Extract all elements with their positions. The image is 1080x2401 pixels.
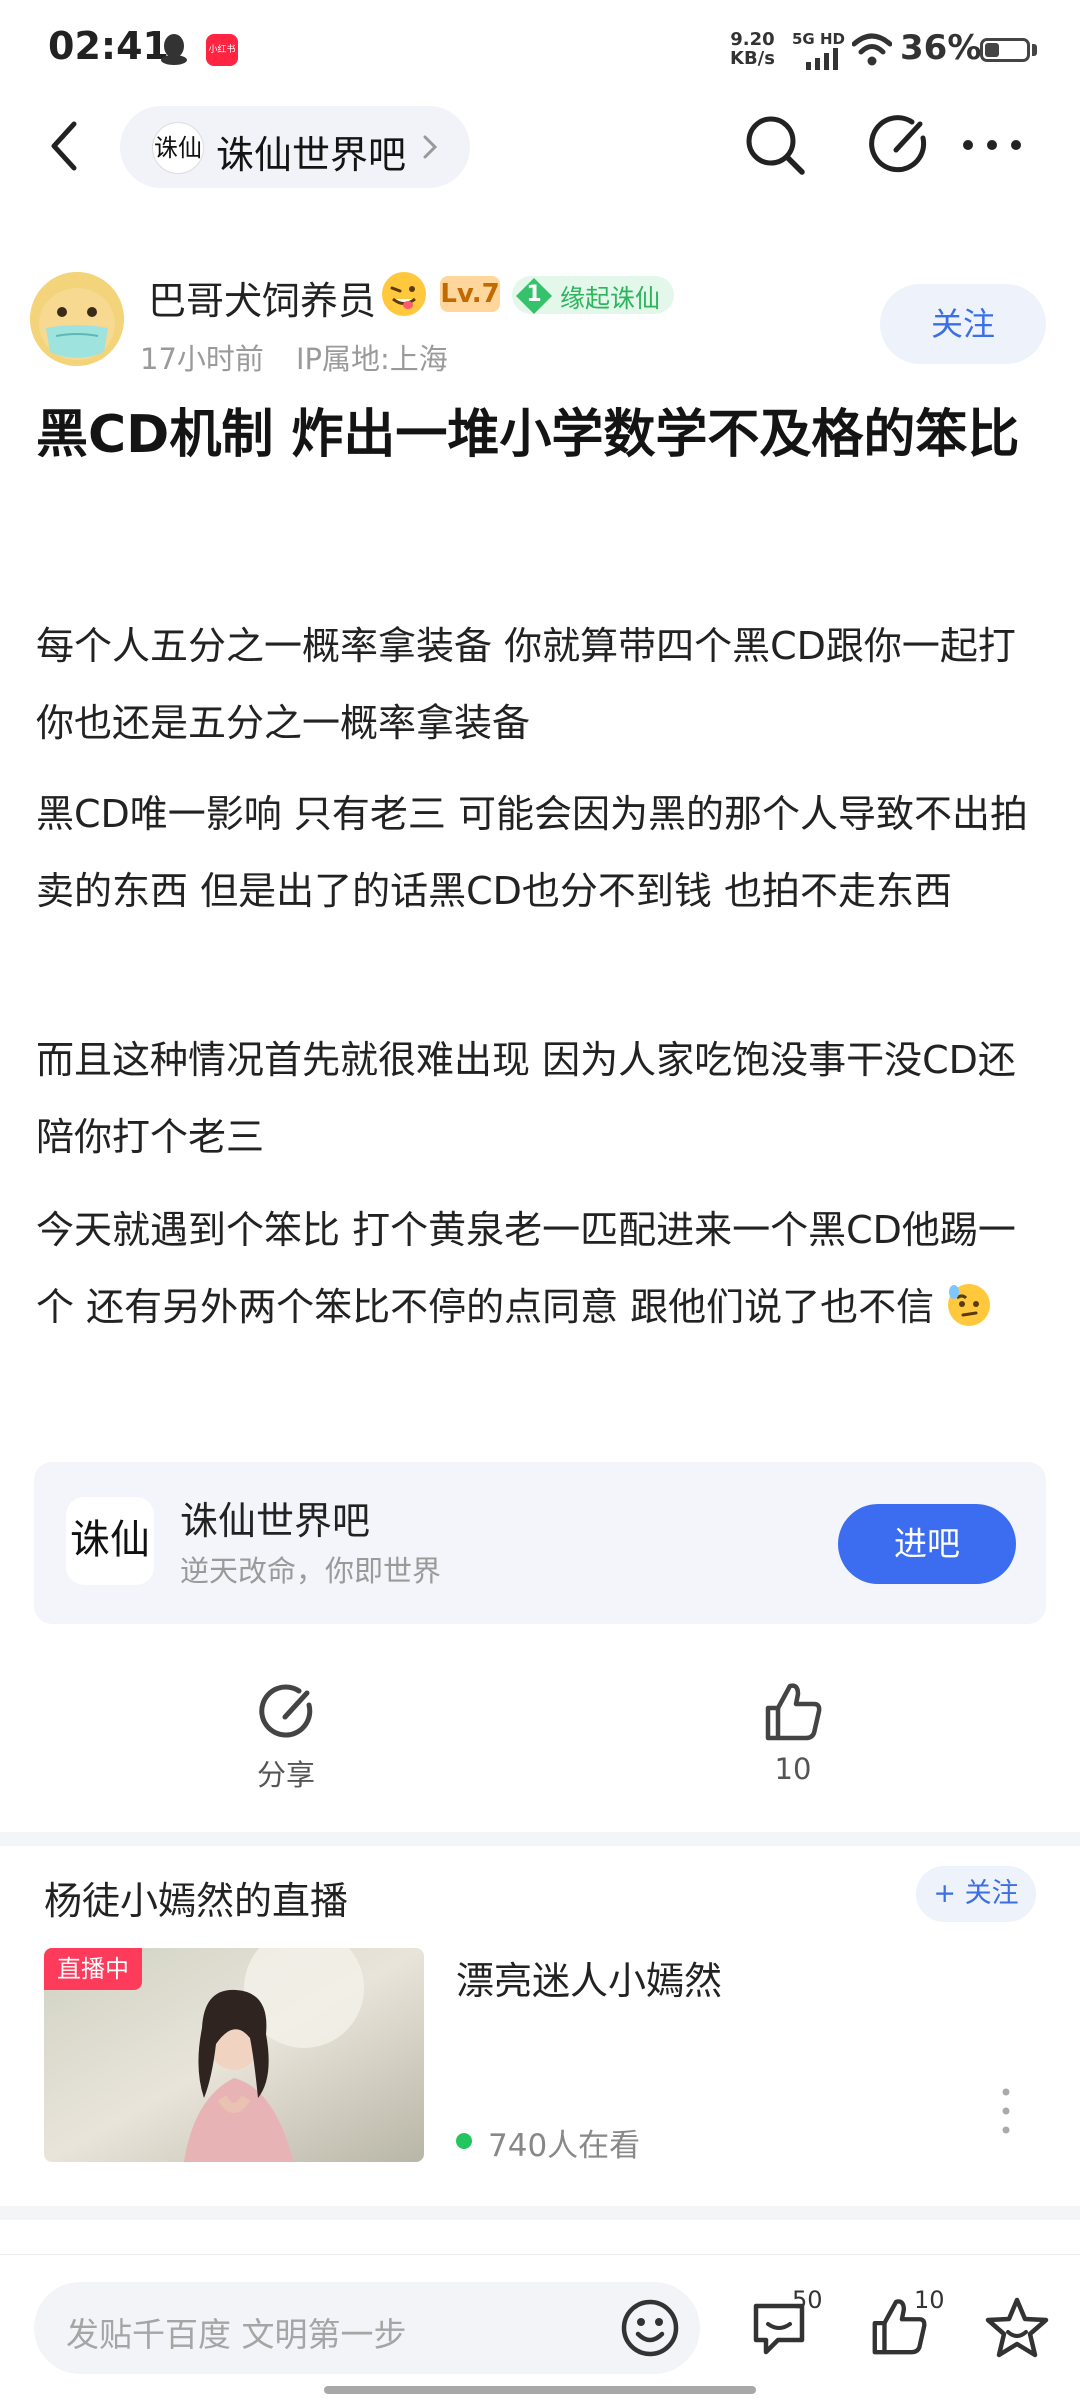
comment-placeholder[interactable]: 发贴千百度 文明第一步 — [66, 2308, 407, 2356]
battery-percent: 36% — [900, 28, 982, 68]
battery-tip — [1032, 44, 1037, 56]
post-title: 黑CD机制 炸出一堆小学数学不及格的笨比 — [36, 405, 1020, 465]
live-follow-button[interactable]: + 关注 — [916, 1866, 1036, 1922]
fan-badge-label: 缘起诛仙 — [560, 284, 661, 313]
forum-name[interactable]: 诛仙世界吧 — [216, 124, 406, 179]
battery-icon — [980, 38, 1030, 62]
like-count: 10 — [774, 1752, 812, 1786]
post-paragraph: 而且这种情况首先就很难出现 因为人家吃饱没事干没CD还陪你打个老三 — [36, 1038, 1016, 1159]
bottom-like-count: 10 — [914, 2286, 945, 2314]
author-name[interactable]: 巴哥犬饲养员 — [148, 270, 376, 325]
thinking-face-icon — [948, 1284, 991, 1326]
post-time: 17小时前 — [140, 342, 264, 376]
signal-icon — [806, 48, 838, 70]
network-type: 5G HD — [792, 30, 845, 48]
star-icon[interactable] — [984, 2296, 1050, 2360]
post-paragraph: 黑CD唯一影响 只有老三 可能会因为黑的那个人导致不出拍卖的东西 但是出了的话黑… — [36, 792, 1028, 913]
chevron-right-icon — [423, 135, 438, 159]
live-stream-title[interactable]: 漂亮迷人小嫣然 — [456, 1950, 722, 2005]
search-icon[interactable] — [742, 112, 808, 178]
qq-icon — [161, 34, 187, 65]
thumbs-up-icon[interactable] — [762, 1680, 824, 1744]
follow-button[interactable]: 关注 — [880, 284, 1046, 364]
forum-card-slogan: 逆天改命，你即世界 — [180, 1554, 442, 1588]
more-vertical-icon[interactable] — [996, 2086, 1016, 2136]
ip-location: IP属地:上海 — [296, 342, 448, 376]
forum-card-logo: 诛仙 — [66, 1497, 154, 1585]
author-avatar[interactable] — [30, 272, 124, 366]
edit-icon[interactable] — [866, 114, 930, 178]
net-speed: 9.20 KB/s — [730, 29, 775, 69]
smiley-icon[interactable] — [620, 2298, 680, 2358]
back-icon[interactable] — [40, 116, 90, 176]
fan-level: 1 — [526, 282, 542, 307]
live-indicator-dot — [456, 2133, 472, 2149]
share-icon[interactable] — [256, 1684, 316, 1744]
home-indicator — [324, 2386, 756, 2394]
live-section-title: 杨徒小嫣然的直播 — [44, 1879, 349, 1923]
status-time: 02:41 — [48, 24, 169, 68]
share-label[interactable]: 分享 — [226, 1752, 346, 1794]
live-tag: 直播中 — [44, 1948, 142, 1990]
more-icon[interactable] — [960, 130, 1024, 160]
wifi-icon — [852, 33, 892, 66]
post-paragraph-last: 今天就遇到个笨比 打个黄泉老一匹配进来一个黑CD他踢一个 还有另外两个笨比不停的… — [36, 1208, 1016, 1329]
level-badge: Lv.7 — [440, 276, 500, 312]
enter-forum-button[interactable]: 进吧 — [838, 1504, 1016, 1584]
section-divider — [0, 2206, 1080, 2220]
emoji-face-icon — [382, 272, 426, 316]
live-viewers: 740人在看 — [488, 2128, 641, 2164]
notification-app-icon: 小红书 — [206, 34, 238, 66]
post-paragraph: 每个人五分之一概率拿装备 你就算带四个黑CD跟你一起打你也还是五分之一概率拿装备 — [36, 624, 1016, 745]
forum-logo: 诛仙 — [152, 122, 204, 174]
comment-count: 50 — [792, 2286, 823, 2314]
forum-card-name: 诛仙世界吧 — [180, 1499, 371, 1543]
section-divider — [0, 1832, 1080, 1846]
